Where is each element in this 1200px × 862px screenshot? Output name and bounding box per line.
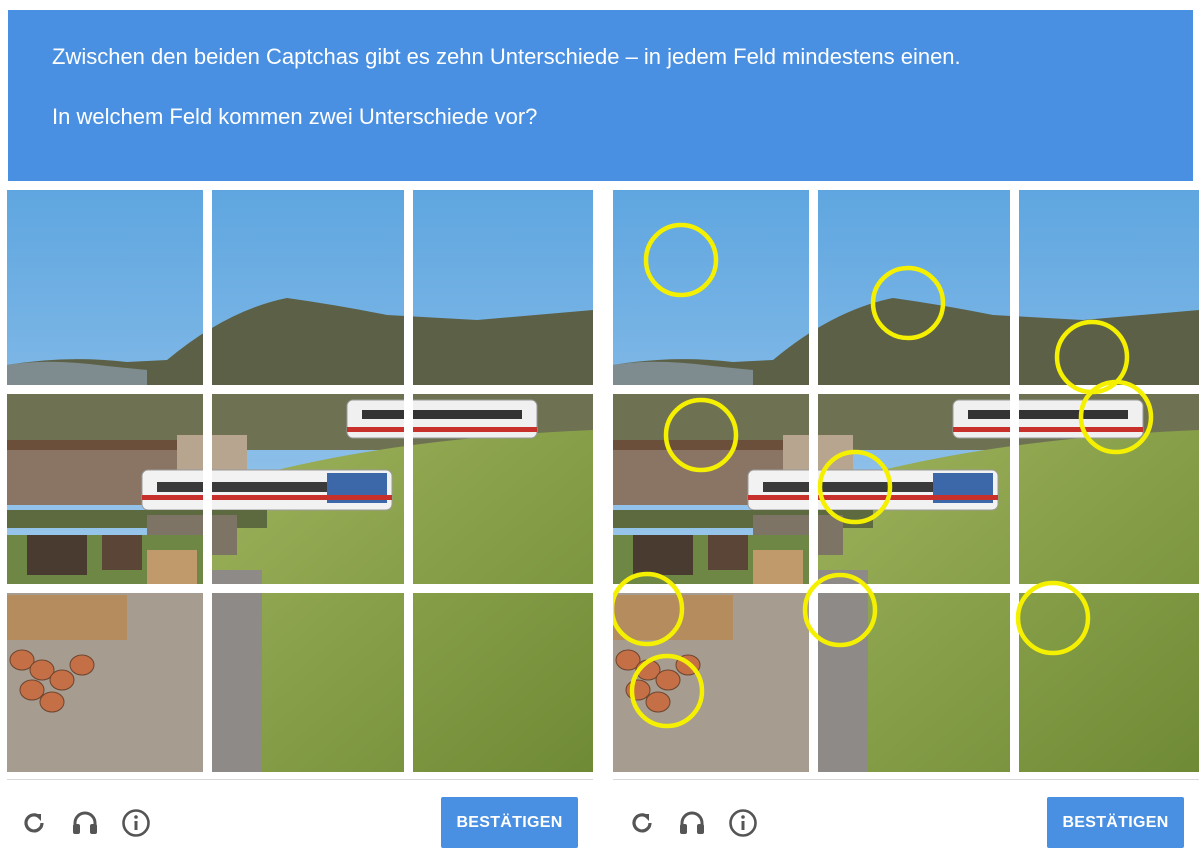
- instruction-header: Zwischen den beiden Captchas gibt es zeh…: [8, 10, 1193, 181]
- right-captcha-panel: BESTÄTIGEN: [609, 190, 1199, 862]
- instruction-question: In welchem Feld kommen zwei Unterschiede…: [52, 104, 538, 129]
- left-captcha-panel: BESTÄTIGEN: [7, 190, 593, 862]
- scene-image: [7, 190, 593, 772]
- scene-image: [609, 190, 1199, 772]
- info-icon[interactable]: [119, 806, 153, 840]
- left-image-grid: [7, 190, 593, 772]
- reload-icon[interactable]: [17, 806, 51, 840]
- right-image-grid: [609, 190, 1199, 772]
- headphones-icon[interactable]: [675, 806, 709, 840]
- headphones-icon[interactable]: [68, 806, 102, 840]
- confirm-button[interactable]: BESTÄTIGEN: [1047, 797, 1184, 848]
- footer-divider: [7, 779, 593, 780]
- instruction-line-1: Zwischen den beiden Captchas gibt es zeh…: [52, 44, 961, 69]
- info-icon[interactable]: [726, 806, 760, 840]
- confirm-button[interactable]: BESTÄTIGEN: [441, 797, 578, 848]
- footer-divider: [613, 779, 1199, 780]
- reload-icon[interactable]: [625, 806, 659, 840]
